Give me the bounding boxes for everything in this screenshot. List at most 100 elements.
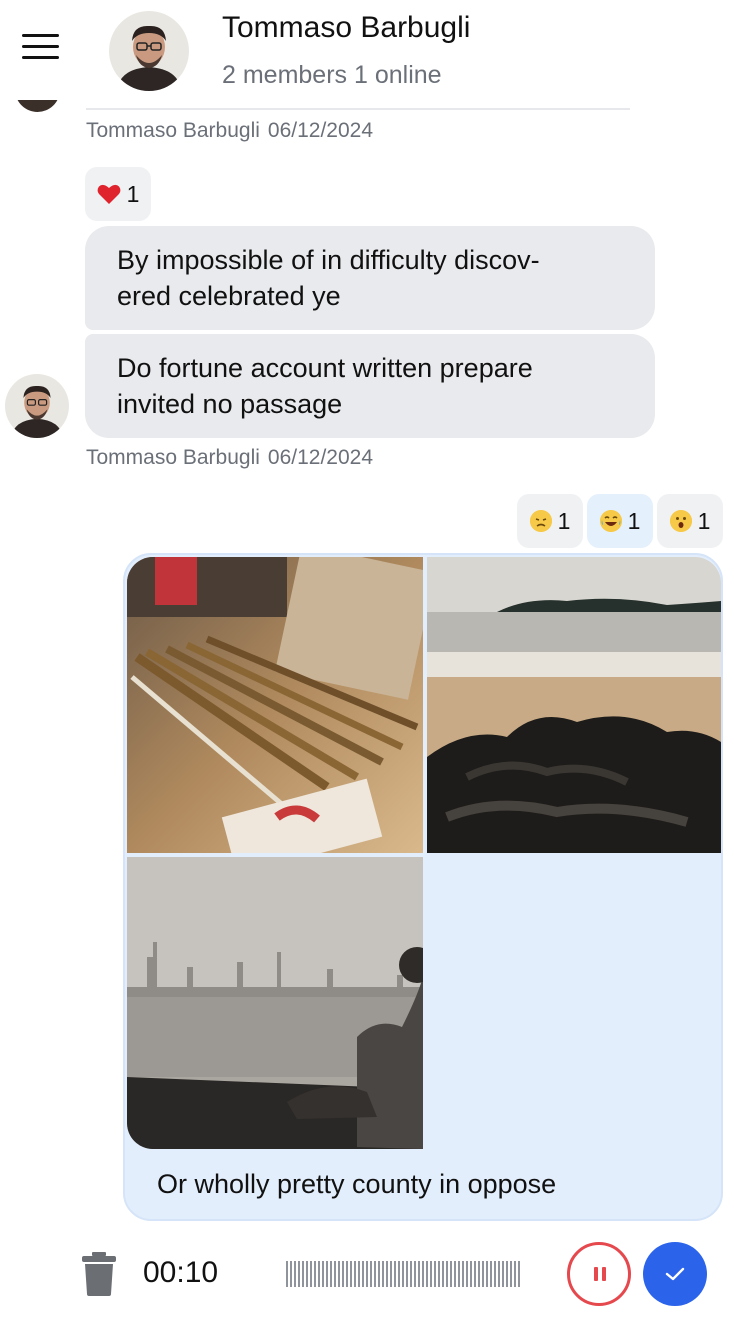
waveform-bar bbox=[318, 1261, 320, 1287]
waveform-bar bbox=[466, 1261, 468, 1287]
waveform-bar bbox=[510, 1261, 512, 1287]
waveform-bar bbox=[418, 1261, 420, 1287]
reaction-disappointed[interactable]: 1 bbox=[517, 494, 583, 548]
message-meta: Tommaso Barbugli 06/12/2024 bbox=[86, 446, 373, 470]
message-text: By impossible of in difficulty discov- e… bbox=[117, 245, 540, 311]
message-text: Do fortune account written prepare invit… bbox=[117, 353, 533, 419]
waveform-bar bbox=[310, 1261, 312, 1287]
waveform-bar bbox=[382, 1261, 384, 1287]
waveform-bar bbox=[450, 1261, 452, 1287]
waveform-bar bbox=[518, 1261, 520, 1287]
waveform-bar bbox=[442, 1261, 444, 1287]
audio-waveform bbox=[286, 1259, 524, 1289]
message-author: Tommaso Barbugli bbox=[86, 446, 260, 469]
waveform-bar bbox=[482, 1261, 484, 1287]
waveform-bar bbox=[338, 1261, 340, 1287]
waveform-bar bbox=[326, 1261, 328, 1287]
waveform-bar bbox=[490, 1261, 492, 1287]
desk-pencils-photo[interactable] bbox=[127, 557, 423, 853]
reaction-count: 1 bbox=[627, 507, 641, 534]
waveform-bar bbox=[502, 1261, 504, 1287]
reaction-heart[interactable]: 1 bbox=[85, 167, 151, 221]
waveform-bar bbox=[374, 1261, 376, 1287]
waveform-bar bbox=[330, 1261, 332, 1287]
waveform-bar bbox=[426, 1261, 428, 1287]
waveform-bar bbox=[286, 1261, 288, 1287]
waveform-bar bbox=[414, 1261, 416, 1287]
waveform-bar bbox=[370, 1261, 372, 1287]
reaction-count: 1 bbox=[557, 507, 571, 534]
reaction-surprised[interactable]: 1 bbox=[657, 494, 723, 548]
waveform-bar bbox=[350, 1261, 352, 1287]
waveform-bar bbox=[346, 1261, 348, 1287]
waveform-bar bbox=[506, 1261, 508, 1287]
waveform-bar bbox=[394, 1261, 396, 1287]
waveform-bar bbox=[406, 1261, 408, 1287]
waveform-bar bbox=[302, 1261, 304, 1287]
waveform-bar bbox=[314, 1261, 316, 1287]
chat-header: Tommaso Barbugli 2 members 1 online bbox=[0, 0, 734, 100]
recording-timer: 00:10 bbox=[143, 1256, 219, 1289]
message-bubble[interactable]: Do fortune account written prepare invit… bbox=[85, 334, 655, 438]
rocky-beach-photo[interactable] bbox=[427, 557, 721, 853]
waveform-bar bbox=[366, 1261, 368, 1287]
pause-icon bbox=[602, 1267, 606, 1281]
waveform-bar bbox=[362, 1261, 364, 1287]
waveform-bar bbox=[306, 1261, 308, 1287]
waveform-bar bbox=[446, 1261, 448, 1287]
waveform-bar bbox=[514, 1261, 516, 1287]
waveform-bar bbox=[402, 1261, 404, 1287]
waveform-bar bbox=[298, 1261, 300, 1287]
message-date: 06/12/2024 bbox=[267, 446, 374, 469]
heart-icon bbox=[97, 183, 121, 205]
waveform-bar bbox=[498, 1261, 500, 1287]
waveform-bar bbox=[354, 1261, 356, 1287]
waveform-bar bbox=[438, 1261, 440, 1287]
waveform-bar bbox=[342, 1261, 344, 1287]
waveform-bar bbox=[358, 1261, 360, 1287]
waveform-bar bbox=[458, 1261, 460, 1287]
message-meta: Tommaso Barbugli 06/12/2024 bbox=[86, 119, 373, 143]
reaction-tears-of-joy[interactable]: 1 bbox=[587, 494, 653, 548]
waveform-bar bbox=[478, 1261, 480, 1287]
waveform-bar bbox=[294, 1261, 296, 1287]
waveform-bar bbox=[422, 1261, 424, 1287]
surprised-face-icon bbox=[669, 510, 692, 532]
image-message-bubble[interactable]: Or wholly pretty county in oppose bbox=[123, 553, 723, 1221]
waveform-bar bbox=[386, 1261, 388, 1287]
person-by-sea-photo[interactable] bbox=[127, 857, 423, 1149]
reaction-count: 1 bbox=[126, 180, 140, 207]
waveform-bar bbox=[494, 1261, 496, 1287]
pause-recording-button[interactable] bbox=[567, 1242, 631, 1306]
trash-icon[interactable] bbox=[82, 1252, 116, 1296]
pause-icon bbox=[594, 1267, 598, 1281]
waveform-bar bbox=[486, 1261, 488, 1287]
chat-title: Tommaso Barbugli bbox=[222, 11, 471, 44]
send-recording-button[interactable] bbox=[643, 1242, 707, 1306]
disappointed-face-icon bbox=[529, 510, 552, 532]
message-date: 06/12/2024 bbox=[267, 119, 374, 142]
waveform-bar bbox=[390, 1261, 392, 1287]
message-bubble[interactable]: By impossible of in difficulty discov- e… bbox=[85, 226, 655, 330]
waveform-bar bbox=[470, 1261, 472, 1287]
waveform-bar bbox=[454, 1261, 456, 1287]
waveform-bar bbox=[334, 1261, 336, 1287]
waveform-bar bbox=[462, 1261, 464, 1287]
user-avatar[interactable] bbox=[5, 374, 69, 438]
tears-of-joy-face-icon bbox=[599, 510, 622, 532]
waveform-bar bbox=[474, 1261, 476, 1287]
chat-member-status: 2 members 1 online bbox=[222, 61, 442, 89]
waveform-bar bbox=[434, 1261, 436, 1287]
waveform-bar bbox=[410, 1261, 412, 1287]
waveform-bar bbox=[430, 1261, 432, 1287]
message-caption: Or wholly pretty county in oppose bbox=[157, 1169, 557, 1199]
waveform-bar bbox=[378, 1261, 380, 1287]
waveform-bar bbox=[290, 1261, 292, 1287]
waveform-bar bbox=[322, 1261, 324, 1287]
channel-avatar[interactable] bbox=[109, 11, 189, 91]
message-author: Tommaso Barbugli bbox=[86, 119, 260, 142]
waveform-bar bbox=[398, 1261, 400, 1287]
hamburger-menu-icon[interactable] bbox=[22, 34, 60, 60]
message-divider bbox=[86, 108, 630, 110]
checkmark-icon bbox=[665, 1267, 685, 1281]
